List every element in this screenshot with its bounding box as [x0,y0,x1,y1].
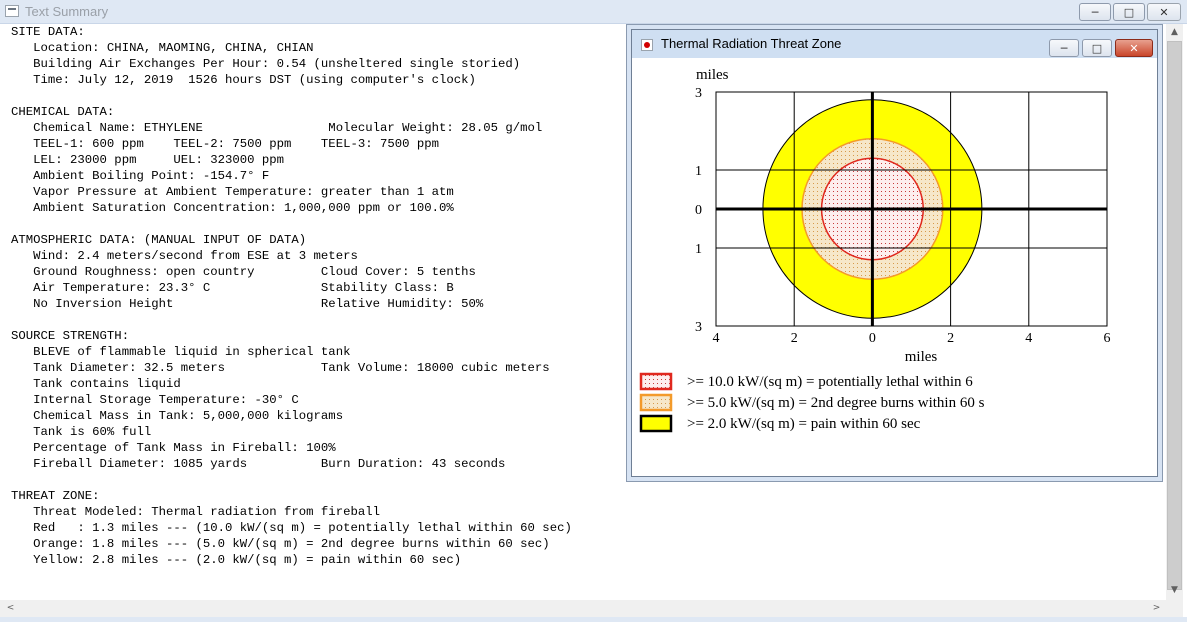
legend-label: >= 2.0 kW/(sq m) = pain within 60 sec [687,416,921,432]
y-tick-label: 1 [695,242,702,257]
summary-line: CHEMICAL DATA: [11,105,115,119]
threat-minimize-button[interactable]: ─ [1049,39,1079,57]
summary-line: BLEVE of flammable liquid in spherical t… [11,345,351,359]
threat-window-title: Thermal Radiation Threat Zone [661,36,842,51]
summary-line: Air Temperature: 23.3° C Stability Class… [11,281,454,295]
window-title: Text Summary [25,4,109,19]
threat-window-icon [641,39,653,51]
summary-line [11,216,661,232]
vertical-scrollbar[interactable] [1166,24,1183,600]
legend-swatch [639,372,673,391]
scroll-right-arrow-icon[interactable]: > [1148,600,1165,616]
summary-line: SOURCE STRENGTH: [11,329,130,343]
maximize-button[interactable]: □ [1113,3,1145,21]
summary-line: Tank contains liquid [11,377,181,391]
y-tick-label: 0 [695,203,702,218]
summary-line: Tank is 60% full [11,425,152,439]
scroll-down-arrow-icon[interactable]: ▼ [1166,582,1183,598]
threat-close-button[interactable]: ✕ [1115,39,1153,57]
summary-line: No Inversion Height Relative Humidity: 5… [11,297,484,311]
y-axis-unit-label: miles [696,67,729,83]
summary-text-area[interactable]: SITE DATA: Location: CHINA, MAOMING, CHI… [11,24,661,594]
summary-line: Location: CHINA, MAOMING, CHINA, CHIAN [11,41,314,55]
summary-line: Tank Diameter: 32.5 meters Tank Volume: … [11,361,550,375]
summary-line: Chemical Name: ETHYLENE Molecular Weight… [11,121,543,135]
summary-line: ATMOSPHERIC DATA: (MANUAL INPUT OF DATA) [11,233,307,247]
outer-titlebar: Text Summary ─ □ ✕ [0,0,1187,24]
summary-line: TEEL-1: 600 ppm TEEL-2: 7500 ppm TEEL-3:… [11,137,440,151]
summary-line [11,312,661,328]
summary-line: SITE DATA: [11,25,85,39]
threat-zone-chart: 4 2 0 2 4 6 3 1 0 1 3 miles miles >= 10.0 kW/(sq m) … [639,67,1111,433]
summary-line: Red : 1.3 miles --- (10.0 kW/(sq m) = po… [11,521,572,535]
y-tick-label: 1 [695,164,702,179]
legend-swatch [639,393,673,412]
summary-line: Threat Modeled: Thermal radiation from f… [11,505,380,519]
threat-maximize-button[interactable]: □ [1082,39,1112,57]
summary-line [11,88,661,104]
vertical-scroll-thumb[interactable] [1167,41,1182,590]
scroll-up-arrow-icon[interactable]: ▲ [1166,24,1183,40]
x-tick-label: 0 [869,331,876,346]
legend-swatch [639,414,673,433]
text-document-icon [5,5,19,17]
summary-line: Fireball Diameter: 1085 yards Burn Durat… [11,457,506,471]
legend-label: >= 5.0 kW/(sq m) = 2nd degree burns with… [687,395,985,411]
legend-label: >= 10.0 kW/(sq m) = potentially lethal w… [687,374,973,390]
x-tick-label: 4 [713,331,720,346]
minimize-button[interactable]: ─ [1079,3,1111,21]
threat-zone-window[interactable]: Thermal Radiation Threat Zone ─ □ ✕ 4 2 0 2… [631,29,1158,477]
summary-line: Orange: 1.8 miles --- (5.0 kW/(sq m) = 2… [11,537,550,551]
horizontal-scrollbar[interactable] [0,600,1166,617]
summary-line: Internal Storage Temperature: -30° C [11,393,299,407]
x-tick-label: 2 [791,331,798,346]
summary-line: Time: July 12, 2019 1526 hours DST (usin… [11,73,476,87]
close-button[interactable]: ✕ [1147,3,1181,21]
summary-line: Building Air Exchanges Per Hour: 0.54 (u… [11,57,521,71]
x-tick-label: 6 [1104,331,1111,346]
x-axis-unit-label: miles [905,349,938,365]
x-tick-label: 2 [947,331,954,346]
summary-line: Yellow: 2.8 miles --- (2.0 kW/(sq m) = p… [11,553,462,567]
summary-line: Vapor Pressure at Ambient Temperature: g… [11,185,454,199]
y-tick-label: 3 [695,86,702,101]
summary-line: Ambient Saturation Concentration: 1,000,… [11,201,454,215]
summary-line [11,472,661,488]
scroll-left-arrow-icon[interactable]: < [2,600,19,616]
threat-window-titlebar[interactable]: Thermal Radiation Threat Zone ─ □ ✕ [632,30,1157,58]
summary-line: Wind: 2.4 meters/second from ESE at 3 me… [11,249,358,263]
summary-line: LEL: 23000 ppm UEL: 323000 ppm [11,153,285,167]
scrollbar-corner [1166,600,1183,617]
x-tick-label: 4 [1025,331,1032,346]
summary-line: THREAT ZONE: [11,489,100,503]
window-bottom-border [0,617,1187,622]
summary-line: Ambient Boiling Point: -154.7° F [11,169,270,183]
summary-line: Ground Roughness: open country Cloud Cov… [11,265,476,279]
summary-line: Percentage of Tank Mass in Fireball: 100… [11,441,336,455]
summary-line: Chemical Mass in Tank: 5,000,000 kilogra… [11,409,344,423]
y-tick-label: 3 [695,320,702,335]
